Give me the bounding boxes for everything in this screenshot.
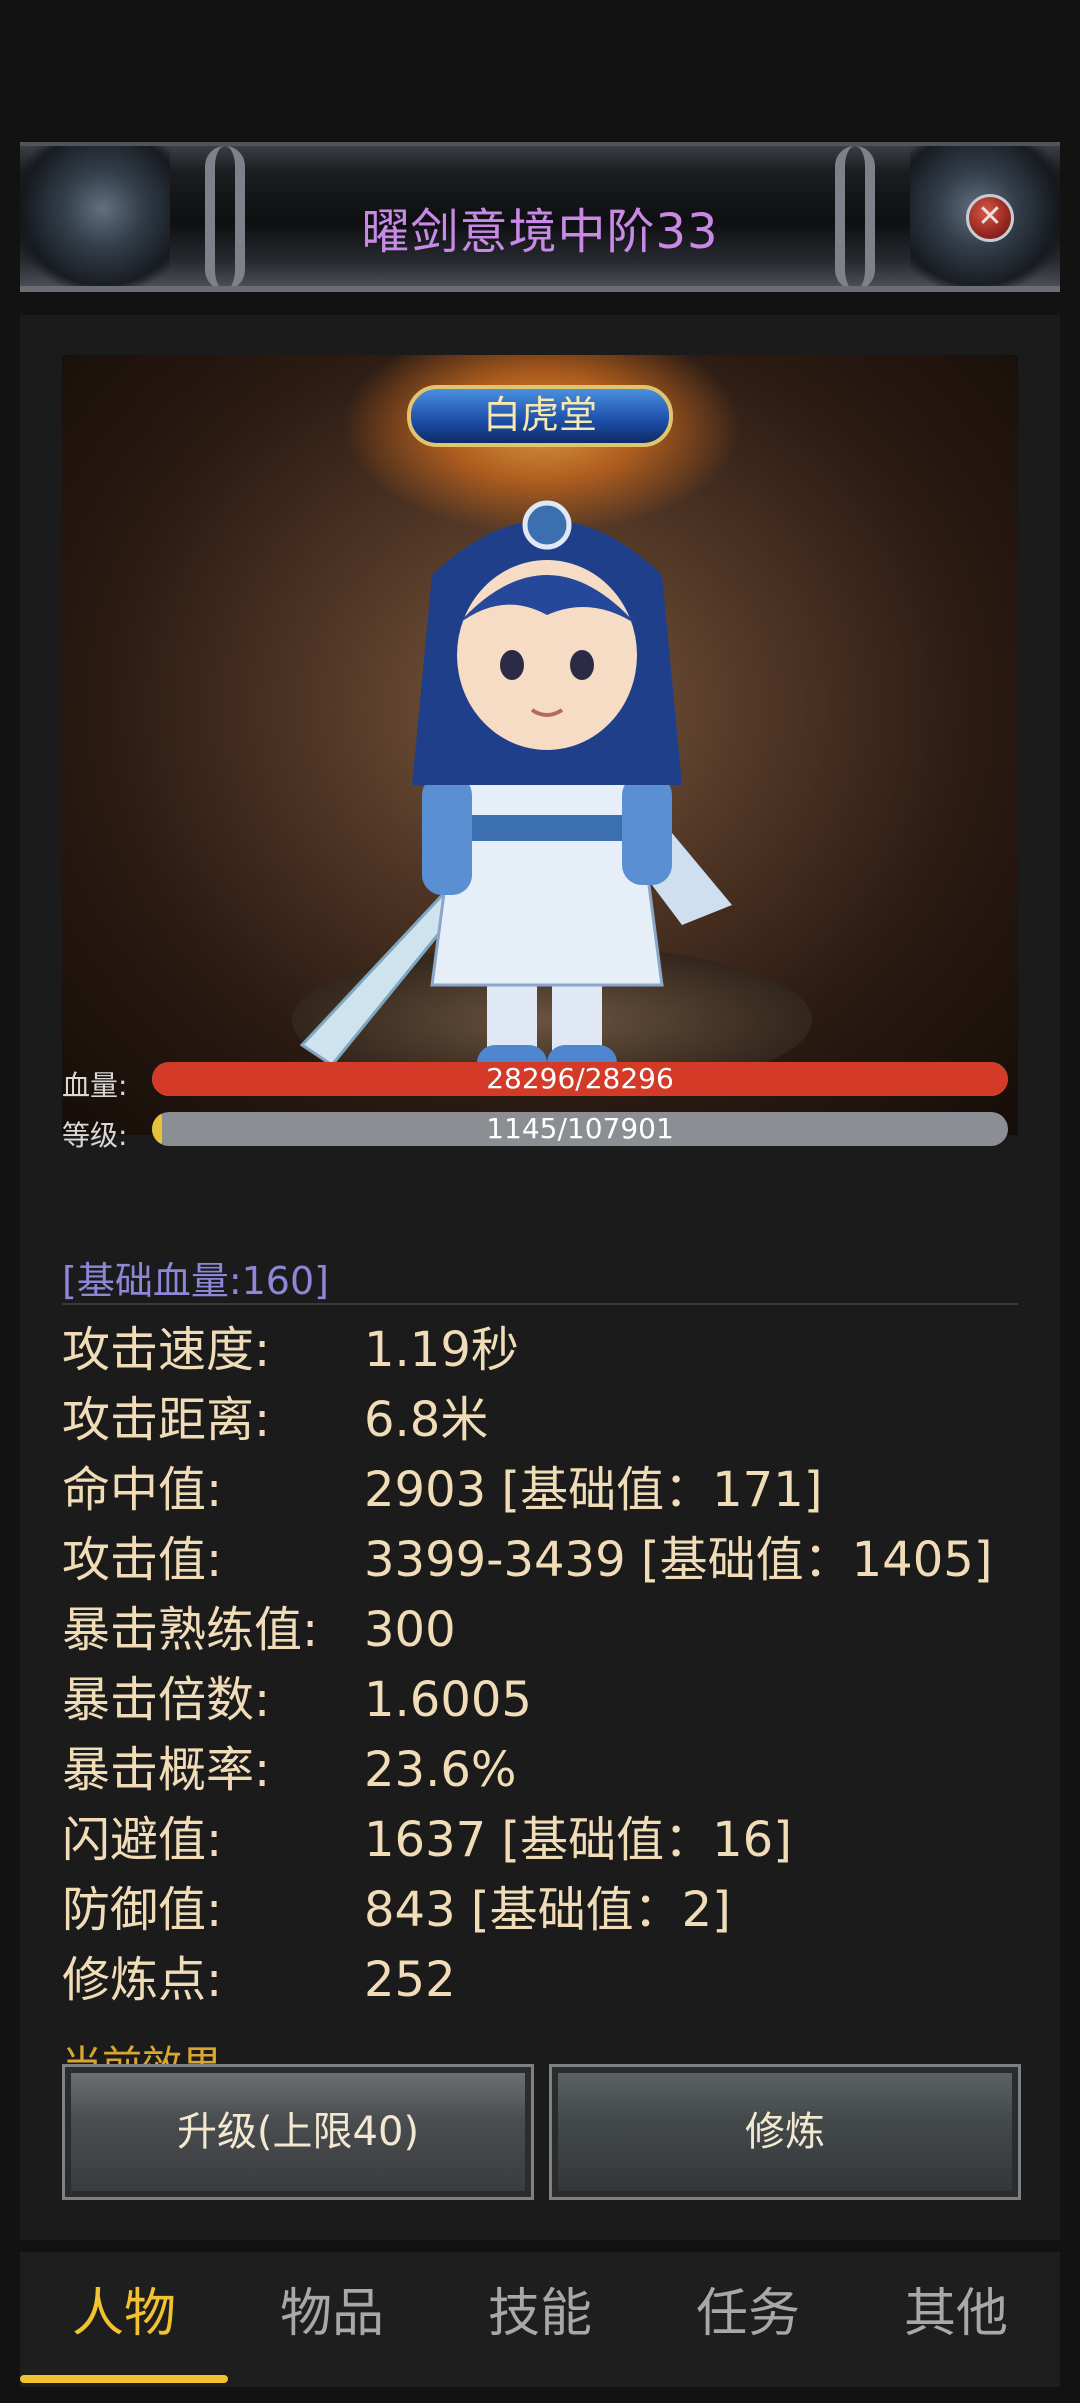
stat-row: 修炼点: 252 xyxy=(62,1945,1032,2015)
level-label: 等级: xyxy=(62,1119,128,1152)
stat-label: 防御值: xyxy=(62,1882,223,1938)
divider xyxy=(62,1303,1018,1305)
hp-bar: 28296/28296 xyxy=(152,1062,1008,1096)
tab-character[interactable]: 人物 xyxy=(20,2252,228,2387)
faction-badge: 白虎堂 xyxy=(407,385,673,447)
tab-label: 任务 xyxy=(695,2284,800,2344)
hp-label: 血量: xyxy=(62,1069,128,1102)
character-portrait: 白虎堂 xyxy=(62,355,1018,1135)
stat-row: 攻击值: 3399-3439 [基础值：1405] xyxy=(62,1525,1032,1595)
stat-label: 暴击概率: xyxy=(62,1742,271,1798)
stat-label: 攻击速度: xyxy=(62,1322,271,1378)
tab-other[interactable]: 其他 xyxy=(852,2252,1060,2387)
stat-value: 1.6005 xyxy=(364,1672,532,1728)
stat-row: 闪避值: 1637 [基础值：16] xyxy=(62,1805,1032,1875)
stat-value: 300 xyxy=(364,1602,456,1658)
stat-value: 843 [基础值：2] xyxy=(364,1882,731,1938)
hp-value: 28296/28296 xyxy=(486,1062,674,1095)
stat-row: 暴击熟练值: 300 xyxy=(62,1595,1032,1665)
stat-value: 252 xyxy=(364,1952,456,2008)
stat-row: 暴击概率: 23.6% xyxy=(62,1735,1032,1805)
stat-value: 2903 [基础值：171] xyxy=(364,1462,823,1518)
stat-label: 攻击距离: xyxy=(62,1392,271,1448)
tab-skills[interactable]: 技能 xyxy=(436,2252,644,2387)
stat-value: 6.8米 xyxy=(364,1392,489,1448)
tab-label: 人物 xyxy=(71,2284,176,2344)
tab-items[interactable]: 物品 xyxy=(228,2252,436,2387)
level-bar: 1145/107901 xyxy=(152,1112,1008,1146)
upgrade-button[interactable]: 升级(上限40) xyxy=(62,2064,534,2200)
level-bar-row: 等级: 1145/107901 xyxy=(62,1110,1018,1152)
cultivate-button[interactable]: 修炼 xyxy=(549,2064,1021,2200)
character-panel: 白虎堂 血量: 28296/28296 等级: 1145/107901 [基础血… xyxy=(20,315,1060,2240)
stat-value: 1637 [基础值：16] xyxy=(364,1812,792,1868)
close-icon[interactable]: ✕ xyxy=(966,194,1014,242)
stat-row: 攻击距离: 6.8米 xyxy=(62,1385,1032,1455)
stat-label: 暴击熟练值: xyxy=(62,1602,319,1658)
stat-label: 修炼点: xyxy=(62,1952,223,2008)
stat-row: 攻击速度: 1.19秒 xyxy=(62,1315,1032,1385)
tab-label: 其他 xyxy=(903,2284,1008,2344)
stat-value: 1.19秒 xyxy=(364,1322,519,1378)
tab-label: 物品 xyxy=(279,2284,384,2344)
tab-tasks[interactable]: 任务 xyxy=(644,2252,852,2387)
title-bar: 曜剑意境中阶33 ✕ xyxy=(20,142,1060,292)
level-value: 1145/107901 xyxy=(486,1112,674,1145)
stats-list: 攻击速度: 1.19秒 攻击距离: 6.8米 命中值: 2903 [基础值：17… xyxy=(62,1315,1032,2015)
stat-row: 防御值: 843 [基础值：2] xyxy=(62,1875,1032,1945)
stat-label: 闪避值: xyxy=(62,1812,223,1868)
page-title: 曜剑意境中阶33 xyxy=(361,204,719,260)
active-tab-indicator xyxy=(20,2375,228,2383)
stat-label: 命中值: xyxy=(62,1462,223,1518)
character-screen: 曜剑意境中阶33 ✕ 白虎堂 血量: 28296/28296 等级: 1145/… xyxy=(0,0,1080,2403)
stat-row: 暴击倍数: 1.6005 xyxy=(62,1665,1032,1735)
hp-bar-row: 血量: 28296/28296 xyxy=(62,1060,1018,1102)
bottom-tab-bar: 人物 物品 技能 任务 其他 xyxy=(20,2252,1060,2387)
stat-value: 23.6% xyxy=(364,1742,517,1798)
stat-row: 命中值: 2903 [基础值：171] xyxy=(62,1455,1032,1525)
stat-label: 攻击值: xyxy=(62,1532,223,1588)
hero-character-image xyxy=(299,500,732,1095)
stat-value: 3399-3439 [基础值：1405] xyxy=(364,1532,993,1588)
stat-label: 暴击倍数: xyxy=(62,1672,271,1728)
base-hp-text: [基础血量:160] xyxy=(62,1259,329,1303)
tab-label: 技能 xyxy=(487,2284,592,2344)
